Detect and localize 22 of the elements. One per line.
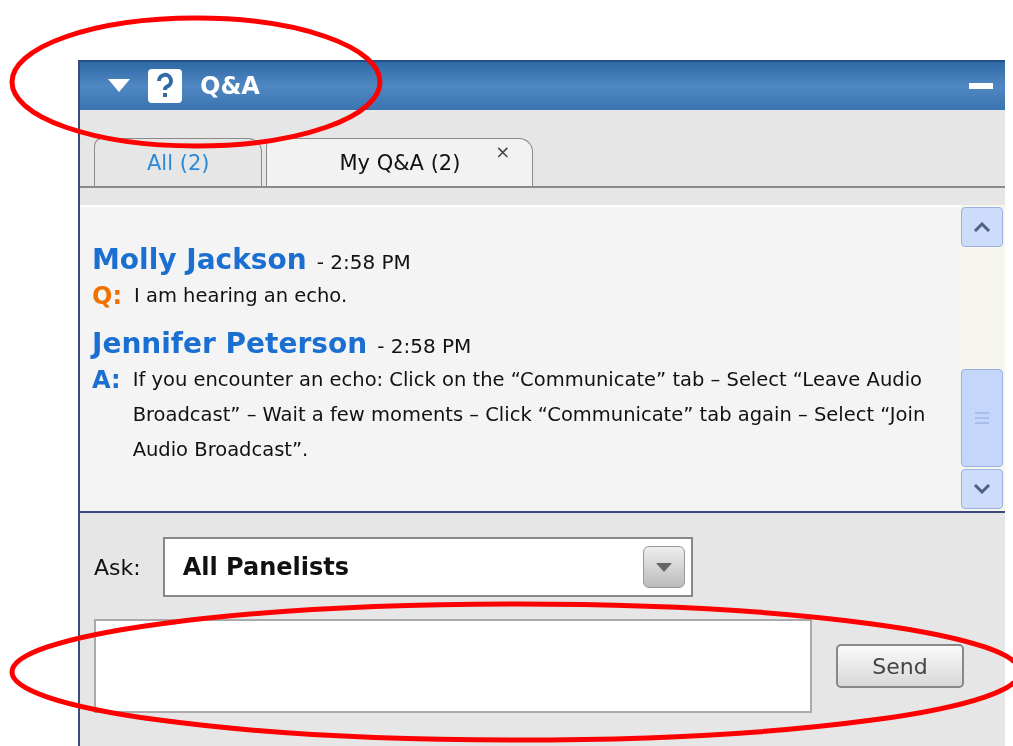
message-time: - 2:58 PM (316, 250, 411, 274)
question-input-field[interactable] (94, 619, 812, 713)
ask-label: Ask: (94, 554, 141, 580)
question-mark-icon (148, 69, 182, 103)
scroll-up-button[interactable] (961, 207, 1003, 247)
collapse-triangle-icon[interactable] (108, 79, 130, 93)
tab[interactable]: My Q&A (2) × (266, 138, 534, 186)
panel-title: Q&A (200, 72, 260, 100)
scroll-down-button[interactable] (961, 469, 1003, 509)
question-prefix: Q: (92, 282, 122, 312)
author-name: Jennifer Peterson (92, 327, 368, 360)
send-button[interactable]: Send (836, 644, 964, 688)
scroll-thumb[interactable] (961, 369, 1003, 467)
answer-prefix: A: (92, 366, 121, 396)
message-time: - 2:58 PM (377, 334, 472, 358)
message-text: I am hearing an echo. (134, 283, 348, 309)
message-text: If you encounter an echo: Click on the “Communicate” tab – Select “Leave Audio Broadcast” – Wait a few moments – Click “Communicate” tab again – Select “Join Audio Broadcast”. (132, 367, 927, 463)
chevron-down-icon (973, 484, 991, 494)
chevron-up-icon (973, 222, 991, 232)
recipient-dropdown[interactable]: All Panelists (162, 537, 693, 597)
close-icon[interactable]: × (495, 141, 511, 162)
author-name: Molly Jackson (92, 243, 307, 276)
